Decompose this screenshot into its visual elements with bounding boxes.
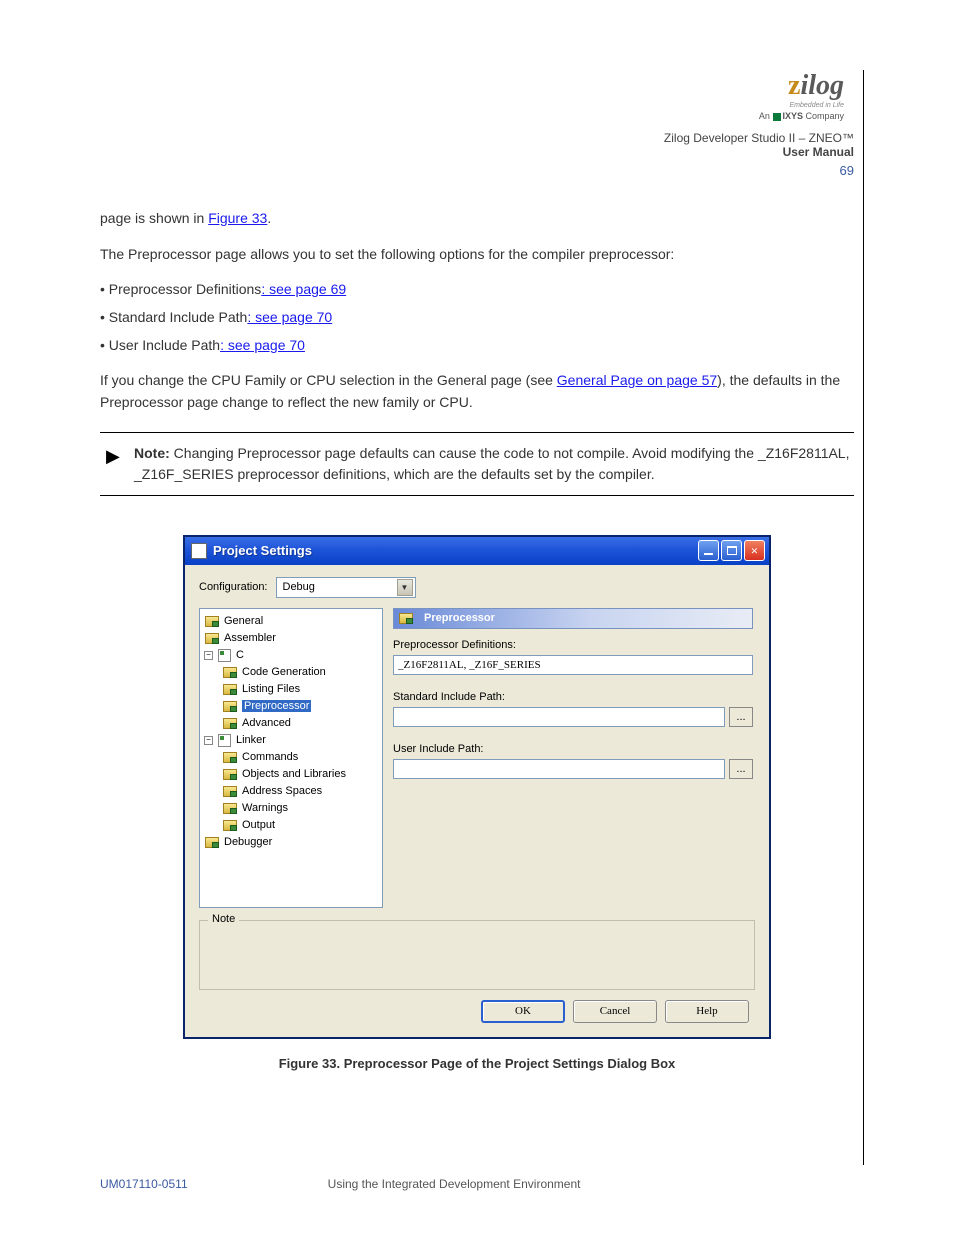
tree-assembler[interactable]: Assembler bbox=[202, 630, 380, 647]
logo-text: zilog bbox=[100, 70, 844, 102]
tree-general[interactable]: General bbox=[202, 613, 380, 630]
close-button[interactable]: × bbox=[744, 540, 765, 561]
note-arrow-icon: ▶ bbox=[100, 443, 134, 465]
cancel-button[interactable]: Cancel bbox=[573, 1000, 657, 1023]
general-page-link[interactable]: General Page on page 57 bbox=[557, 372, 717, 388]
tree-linker[interactable]: −Linker bbox=[202, 732, 380, 749]
doc-title-line2: User Manual bbox=[100, 145, 854, 159]
configuration-label: Configuration: bbox=[199, 581, 268, 593]
user-include-browse-button[interactable]: ... bbox=[729, 759, 753, 779]
logo-block: zilog Embedded in Life An IXYS Company bbox=[100, 70, 854, 121]
tree-warnings[interactable]: Warnings bbox=[202, 800, 380, 817]
page-footer: UM017110-0511 Using the Integrated Devel… bbox=[100, 1177, 580, 1191]
preprocessor-definitions-input[interactable] bbox=[393, 655, 753, 675]
dialog-button-row: OK Cancel Help bbox=[199, 1000, 755, 1027]
tree-preprocessor[interactable]: Preprocessor bbox=[202, 698, 380, 715]
collapse-icon[interactable]: − bbox=[204, 651, 213, 660]
settings-tree[interactable]: General Assembler −C Code Generation Lis… bbox=[199, 608, 383, 908]
note-text: Note: Changing Preprocessor page default… bbox=[134, 443, 854, 485]
doc-number: UM017110-0511 bbox=[100, 1177, 188, 1191]
bullet2-label: Standard Include Path bbox=[109, 309, 248, 325]
project-settings-dialog: Project Settings × Configuration: Debug … bbox=[184, 536, 770, 1038]
tree-output[interactable]: Output bbox=[202, 817, 380, 834]
combo-chevron-icon[interactable]: ▼ bbox=[397, 579, 413, 596]
minimize-button[interactable] bbox=[698, 540, 719, 561]
para2: The Preprocessor page allows you to set … bbox=[100, 244, 854, 266]
std-include-browse-button[interactable]: ... bbox=[729, 707, 753, 727]
note-block: ▶ Note: Changing Preprocessor page defau… bbox=[100, 432, 854, 496]
user-include-input[interactable] bbox=[393, 759, 725, 779]
maximize-button[interactable] bbox=[721, 540, 742, 561]
tree-debugger[interactable]: Debugger bbox=[202, 834, 380, 851]
dialog-title: Project Settings bbox=[213, 543, 696, 558]
system-menu-icon[interactable] bbox=[191, 543, 207, 559]
help-button[interactable]: Help bbox=[665, 1000, 749, 1023]
tree-address[interactable]: Address Spaces bbox=[202, 783, 380, 800]
note-label: Note: bbox=[134, 445, 170, 461]
vertical-rule bbox=[863, 70, 864, 1165]
std-include-input[interactable] bbox=[393, 707, 725, 727]
logo-company: An IXYS Company bbox=[100, 111, 844, 121]
tree-objects[interactable]: Objects and Libraries bbox=[202, 766, 380, 783]
logo-rest: ilog bbox=[800, 70, 844, 101]
titlebar[interactable]: Project Settings × bbox=[185, 537, 769, 565]
configuration-value: Debug bbox=[283, 581, 315, 593]
logo-tagline: Embedded in Life bbox=[100, 102, 844, 109]
bullet1-label: Preprocessor Definitions bbox=[109, 281, 262, 297]
bullet2-link[interactable]: : see page 70 bbox=[247, 309, 332, 325]
footer-section: Using the Integrated Development Environ… bbox=[328, 1177, 581, 1191]
panel-header: Preprocessor bbox=[393, 608, 753, 629]
std-include-label: Standard Include Path: bbox=[393, 691, 753, 703]
figure-caption: Figure 33. Preprocessor Page of the Proj… bbox=[100, 1056, 854, 1071]
tree-commands[interactable]: Commands bbox=[202, 749, 380, 766]
user-include-label: User Include Path: bbox=[393, 743, 753, 755]
preprocessor-panel: Preprocessor Preprocessor Definitions: S… bbox=[383, 608, 755, 908]
bullet3-link[interactable]: : see page 70 bbox=[220, 337, 305, 353]
doc-header: Zilog Developer Studio II – ZNEO™ User M… bbox=[100, 131, 854, 159]
tree-listing[interactable]: Listing Files bbox=[202, 681, 380, 698]
ixys-icon bbox=[773, 113, 781, 121]
note-groupbox: Note bbox=[199, 920, 755, 990]
bullet1-link[interactable]: : see page 69 bbox=[261, 281, 346, 297]
collapse-icon[interactable]: − bbox=[204, 736, 213, 745]
configuration-combo[interactable]: Debug ▼ bbox=[276, 577, 416, 598]
ok-button[interactable]: OK bbox=[481, 1000, 565, 1023]
dialog-screenshot: Project Settings × Configuration: Debug … bbox=[184, 536, 770, 1038]
doc-title-line1: Zilog Developer Studio II – ZNEO™ bbox=[100, 131, 854, 145]
figure-link[interactable]: Figure 33 bbox=[208, 210, 267, 226]
bullet3-label: User Include Path bbox=[109, 337, 220, 353]
panel-header-icon bbox=[398, 611, 414, 625]
body-text: page is shown in Figure 33. The Preproce… bbox=[100, 208, 854, 414]
document-page: zilog Embedded in Life An IXYS Company Z… bbox=[0, 0, 954, 1111]
logo-z: z bbox=[788, 70, 800, 101]
tree-codegen[interactable]: Code Generation bbox=[202, 664, 380, 681]
page-number: 69 bbox=[100, 163, 854, 178]
tree-c[interactable]: −C bbox=[202, 647, 380, 664]
note-legend: Note bbox=[208, 913, 239, 925]
defs-label: Preprocessor Definitions: bbox=[393, 639, 753, 651]
tree-advanced[interactable]: Advanced bbox=[202, 715, 380, 732]
configuration-row: Configuration: Debug ▼ bbox=[199, 577, 755, 598]
